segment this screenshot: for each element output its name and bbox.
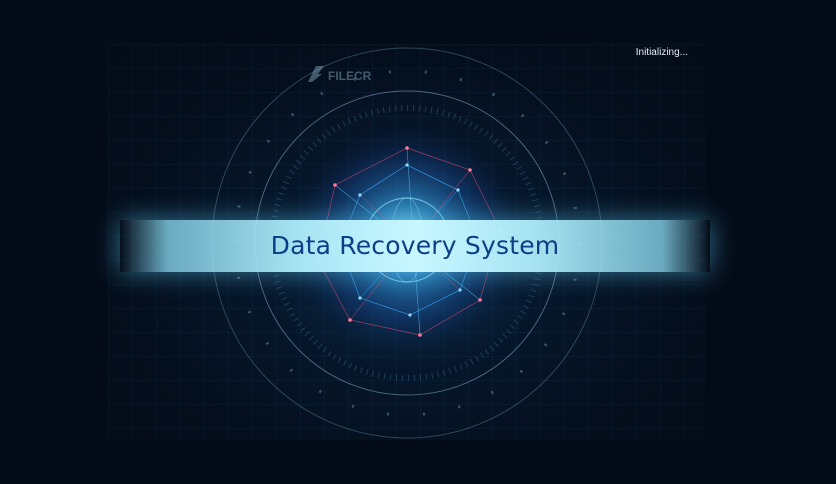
splash-screen: FILECR Data Recovery System Initializing… xyxy=(0,0,836,484)
status-text: Initializing... xyxy=(635,47,688,58)
app-title: Data Recovery System xyxy=(270,231,560,260)
watermark-logo-text: FILECR xyxy=(328,69,372,83)
filecr-logo-icon: FILECR xyxy=(306,64,386,90)
